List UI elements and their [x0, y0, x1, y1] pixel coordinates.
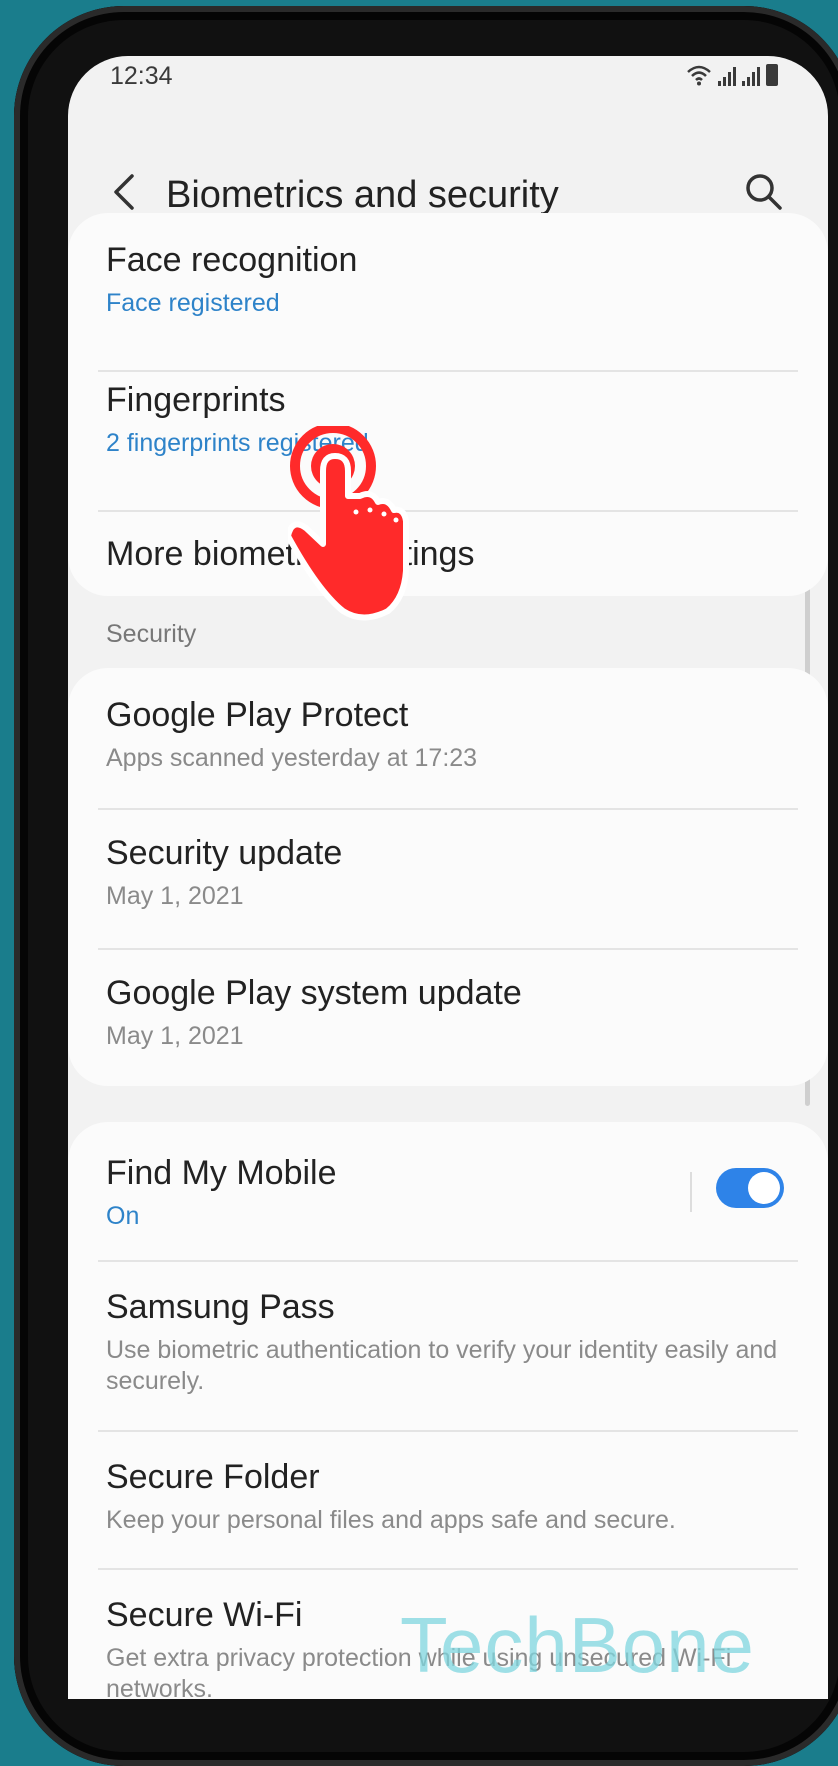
list-item-find-my-mobile[interactable]: Find My Mobile On: [106, 1154, 648, 1232]
divider: [98, 370, 798, 372]
phone-frame: 12:34 Biometrics and security Face recog…: [14, 6, 838, 1766]
item-title: Google Play system update: [106, 974, 522, 1012]
find-my-mobile-toggle-area: [690, 1168, 784, 1212]
section-label-security: Security: [106, 620, 197, 648]
toggle-knob: [748, 1172, 780, 1204]
signal-icon: [718, 66, 736, 86]
list-item-google-play-system-update[interactable]: Google Play system update May 1, 2021: [106, 974, 808, 1052]
list-item-face-recognition[interactable]: Face recognition Face registered: [106, 241, 808, 319]
wifi-icon: [687, 65, 711, 86]
item-title: Samsung Pass: [106, 1288, 335, 1326]
item-title: Find My Mobile: [106, 1154, 337, 1192]
signal-icon-2: [742, 66, 760, 86]
item-subtitle: Keep your personal files and apps safe a…: [106, 1506, 676, 1534]
list-item-samsung-pass[interactable]: Samsung Pass Use biometric authenticatio…: [106, 1288, 808, 1397]
item-subtitle: 2 fingerprints registered: [106, 429, 369, 457]
item-title: Secure Folder: [106, 1458, 320, 1496]
list-item-google-play-protect[interactable]: Google Play Protect Apps scanned yesterd…: [106, 696, 808, 774]
item-subtitle: May 1, 2021: [106, 1022, 244, 1050]
list-item-more-biometrics-settings[interactable]: More biometrics settings: [106, 535, 808, 574]
divider: [98, 1430, 798, 1432]
list-item-fingerprints[interactable]: Fingerprints 2 fingerprints registered: [106, 381, 808, 459]
item-subtitle: Face registered: [106, 289, 280, 317]
battery-icon: [766, 64, 778, 86]
divider: [98, 1260, 798, 1262]
back-arrow-icon[interactable]: [104, 170, 148, 214]
vertical-separator: [690, 1172, 692, 1212]
find-my-mobile-toggle[interactable]: [716, 1168, 784, 1208]
tap-hand-icon: [288, 426, 409, 621]
status-time: 12:34: [110, 62, 173, 90]
divider: [98, 948, 798, 950]
screen: 12:34 Biometrics and security Face recog…: [68, 56, 828, 1699]
divider: [98, 808, 798, 810]
item-subtitle: Use biometric authentication to verify y…: [106, 1336, 778, 1395]
list-item-secure-folder[interactable]: Secure Folder Keep your personal files a…: [106, 1458, 808, 1536]
divider: [98, 1568, 798, 1570]
item-title: Google Play Protect: [106, 696, 409, 734]
item-title: Face recognition: [106, 241, 358, 279]
item-subtitle: On: [106, 1202, 140, 1230]
item-subtitle: May 1, 2021: [106, 882, 244, 910]
page-title: Biometrics and security: [166, 174, 559, 216]
divider: [98, 510, 798, 512]
item-subtitle: Apps scanned yesterday at 17:23: [106, 744, 478, 772]
list-item-security-update[interactable]: Security update May 1, 2021: [106, 834, 808, 912]
biometrics-card: Face recognition Face registered Fingerp…: [68, 213, 828, 596]
item-title: Fingerprints: [106, 381, 286, 419]
item-title: More biometrics settings: [106, 535, 475, 573]
techbone-watermark: TechBone: [400, 1601, 755, 1689]
status-bar: 12:34: [68, 56, 828, 100]
security-card: Google Play Protect Apps scanned yesterd…: [68, 668, 828, 1086]
item-title: Security update: [106, 834, 343, 872]
status-icons: [686, 64, 778, 86]
search-icon[interactable]: [740, 168, 788, 216]
